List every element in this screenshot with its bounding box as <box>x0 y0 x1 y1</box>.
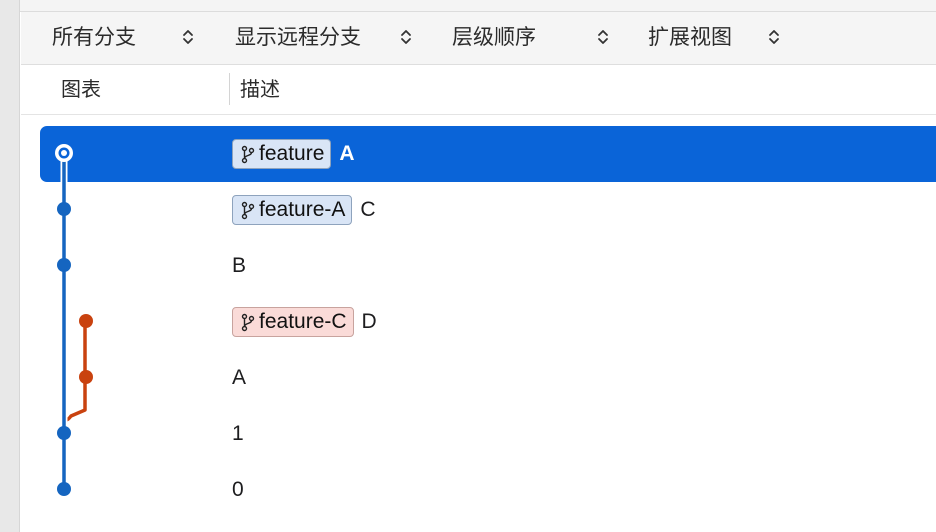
commit-description: A <box>232 350 246 406</box>
commit-message: D <box>361 310 377 333</box>
branch-tag-label: feature <box>259 142 325 165</box>
commit-dot[interactable] <box>57 426 71 440</box>
commit-description: feature A <box>232 126 355 182</box>
commit-description: feature-A C <box>232 182 376 238</box>
view-mode-label: 扩展视图 <box>648 25 732 49</box>
commit-message: A <box>339 142 355 165</box>
commit-dot[interactable] <box>57 202 71 216</box>
column-divider[interactable] <box>229 73 230 105</box>
commit-message: C <box>360 198 376 221</box>
commit-graph <box>55 144 93 496</box>
graph-column-header[interactable]: 图表 <box>61 77 101 101</box>
commit-dot[interactable] <box>57 258 71 272</box>
chevron-updown-icon <box>769 30 779 44</box>
branch-tag[interactable]: feature-A <box>232 195 353 225</box>
commit-message: A <box>232 366 247 389</box>
window-top-edge <box>20 0 936 12</box>
chevron-updown-icon <box>401 30 411 44</box>
commit-dot[interactable] <box>79 314 93 328</box>
commit-dot[interactable] <box>79 370 93 384</box>
commit-message: 0 <box>232 478 244 501</box>
head-ring-icon <box>55 144 73 162</box>
commit-description: feature-C D <box>232 294 377 350</box>
commit-description: 1 <box>232 406 244 462</box>
window-left-edge <box>0 0 20 532</box>
branch-tag-label: feature-C <box>259 310 347 333</box>
commit-description: 0 <box>232 462 244 518</box>
commit-description: B <box>232 238 246 294</box>
sort-order-select[interactable]: 层级顺序 <box>431 12 631 64</box>
view-mode-select[interactable]: 扩展视图 <box>631 12 811 64</box>
commit-message: B <box>232 254 247 277</box>
description-column-header[interactable]: 描述 <box>240 77 280 101</box>
branch-tag[interactable]: feature-C <box>232 307 354 337</box>
sort-order-label: 层级顺序 <box>452 25 536 49</box>
commit-message: 1 <box>232 422 244 445</box>
column-header: 图表 描述 <box>21 65 936 115</box>
branch-filter-select[interactable]: 所有分支 <box>21 12 211 64</box>
remote-branches-label: 显示远程分支 <box>235 25 361 49</box>
chevron-updown-icon <box>598 30 608 44</box>
branch-tag-label: feature-A <box>259 198 346 221</box>
commit-dot[interactable] <box>57 482 71 496</box>
branch-tag[interactable]: feature <box>232 139 332 169</box>
branch-filter-label: 所有分支 <box>52 25 136 49</box>
branch-icon <box>241 313 255 332</box>
toolbar: 所有分支 显示远程分支 层级顺序 扩展视图 <box>21 12 936 65</box>
branch-icon <box>241 201 255 220</box>
chevron-updown-icon <box>183 30 193 44</box>
branch-icon <box>241 145 255 164</box>
remote-branches-select[interactable]: 显示远程分支 <box>211 12 431 64</box>
